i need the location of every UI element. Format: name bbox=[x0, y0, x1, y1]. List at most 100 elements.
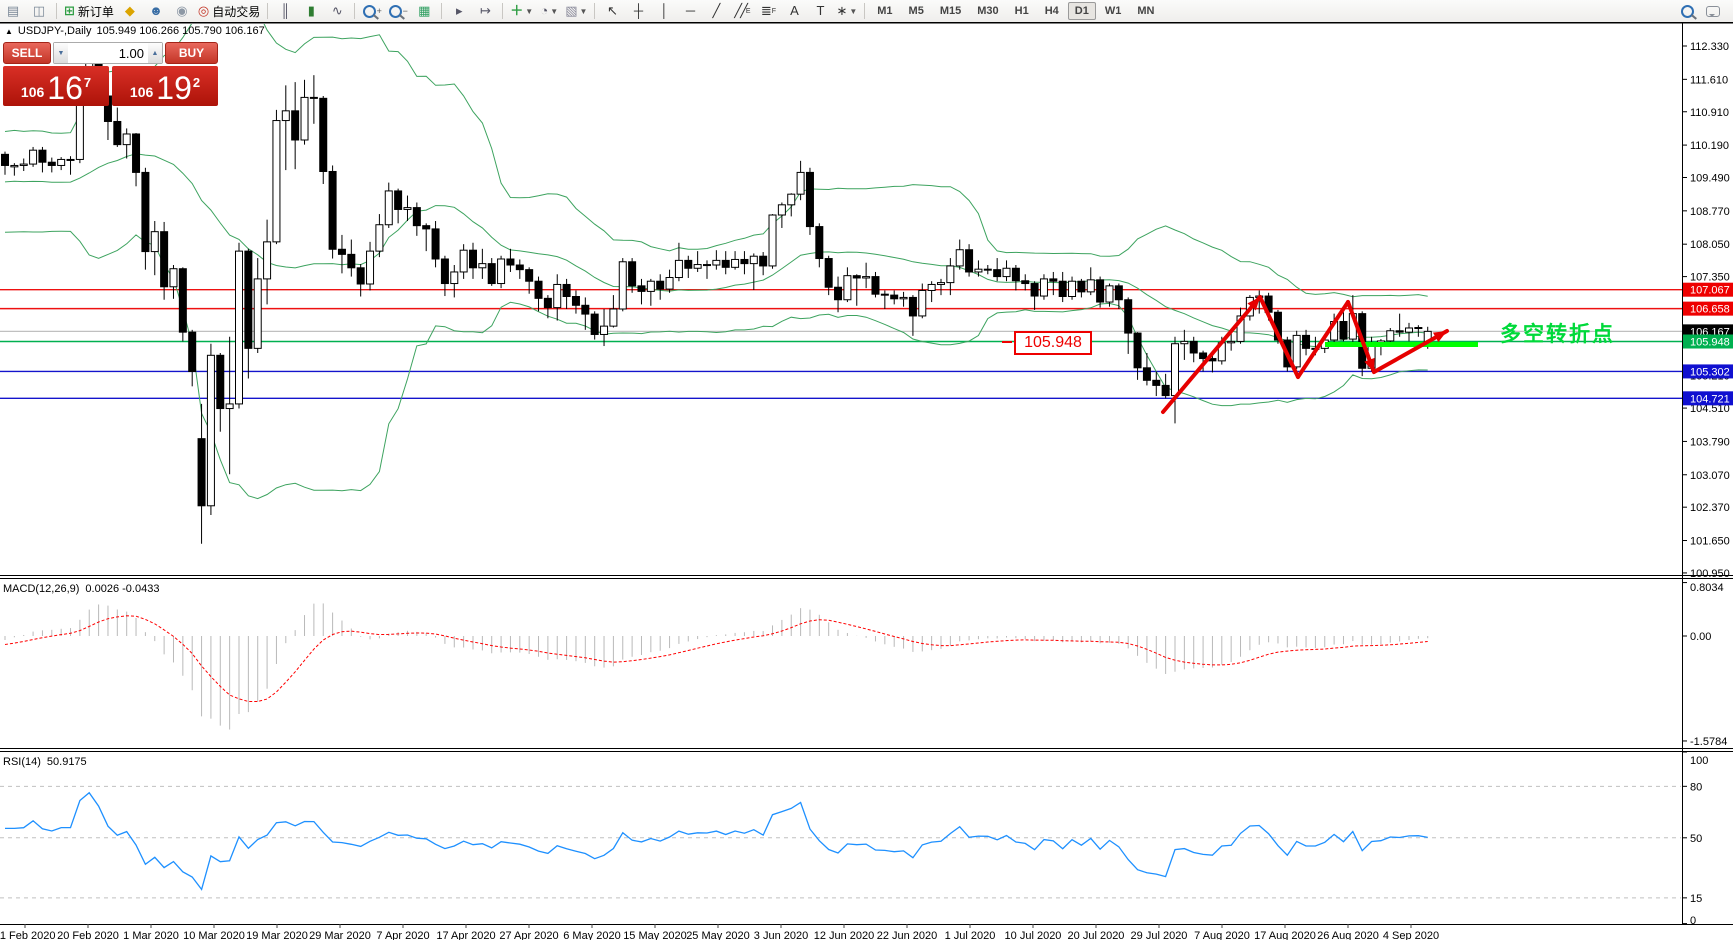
date-tick-label: 17 Apr 2020 bbox=[436, 930, 495, 940]
candle-body bbox=[610, 309, 617, 326]
candle-body bbox=[170, 269, 177, 287]
date-tick-label: 25 May 2020 bbox=[686, 930, 750, 940]
candle-body bbox=[863, 277, 870, 278]
tab-timeframe-m15[interactable]: M15 bbox=[933, 2, 968, 20]
chat-icon[interactable] bbox=[1701, 2, 1725, 20]
candle-body bbox=[432, 229, 439, 259]
text-tool-icon[interactable]: A bbox=[782, 2, 806, 20]
collapse-arrow-icon[interactable]: ▲ bbox=[5, 27, 13, 36]
rsi-name: RSI(14) bbox=[3, 756, 41, 768]
candle-body bbox=[601, 326, 608, 334]
candle-body bbox=[853, 276, 860, 278]
candlestick-chart-icon[interactable]: ▮ bbox=[299, 2, 323, 20]
channel-tool-icon[interactable]: ╱╱E bbox=[730, 2, 754, 20]
zoom-out-icon[interactable]: − bbox=[386, 2, 410, 20]
signals-icon[interactable]: ◉ bbox=[170, 2, 194, 20]
tab-timeframe-d1[interactable]: D1 bbox=[1068, 2, 1096, 20]
candle-body bbox=[460, 250, 467, 272]
trendline-tool-icon[interactable]: ╱ bbox=[704, 2, 728, 20]
date-tick-label: 12 Jun 2020 bbox=[814, 930, 875, 940]
buy-button[interactable]: BUY bbox=[165, 42, 218, 64]
candle-body bbox=[1396, 331, 1403, 332]
arrows-tool-icon[interactable]: ∗▼ bbox=[834, 2, 859, 20]
tab-timeframe-w1[interactable]: W1 bbox=[1098, 2, 1129, 20]
rsi-tick-label: 0 bbox=[1690, 915, 1696, 927]
candle-body bbox=[713, 260, 720, 265]
separator bbox=[864, 3, 865, 19]
candle-body bbox=[441, 259, 448, 284]
buy-price-figure: 106 bbox=[130, 81, 153, 103]
chart-canvas[interactable]: 112.330111.610110.910110.190109.490108.7… bbox=[0, 0, 1733, 940]
candle-body bbox=[1134, 333, 1141, 368]
autotrading-button[interactable]: ◎ 自动交易 bbox=[196, 2, 262, 20]
sell-button[interactable]: SELL bbox=[3, 42, 51, 64]
metaeditor-icon[interactable]: ◆ bbox=[118, 2, 142, 20]
candle-body bbox=[1143, 368, 1150, 381]
volume-input[interactable] bbox=[68, 43, 148, 63]
horizontal-line-tool-icon[interactable]: ─ bbox=[678, 2, 702, 20]
vertical-line-tool-icon[interactable]: │ bbox=[652, 2, 676, 20]
turning-point-note[interactable]: 多空转折点 bbox=[1500, 318, 1615, 348]
sell-price-point: 7 bbox=[84, 77, 91, 89]
candle-body bbox=[778, 205, 785, 215]
price-badge-label: 107.067 bbox=[1690, 285, 1730, 297]
text-label-tool-icon[interactable]: T bbox=[808, 2, 832, 20]
date-tick-label: 29 Mar 2020 bbox=[309, 930, 371, 940]
tab-timeframe-m30[interactable]: M30 bbox=[970, 2, 1005, 20]
price-tick-label: 107.350 bbox=[1690, 272, 1730, 284]
price-tick-label: 101.650 bbox=[1690, 536, 1730, 548]
date-tick-label: 3 Jun 2020 bbox=[754, 930, 808, 940]
candle-body bbox=[1303, 335, 1310, 348]
volume-decrease-button[interactable]: ▼ bbox=[54, 43, 68, 63]
price-tick-label: 112.330 bbox=[1690, 41, 1729, 53]
candle-body bbox=[1293, 335, 1300, 366]
fibonacci-tool-icon[interactable]: ≣F bbox=[756, 2, 780, 20]
candle-body bbox=[114, 121, 121, 144]
periods-button[interactable]: ◔▼ bbox=[537, 2, 561, 20]
candle-body bbox=[675, 260, 682, 277]
date-tick-label: 20 Feb 2020 bbox=[57, 930, 119, 940]
tab-timeframe-h4[interactable]: H4 bbox=[1038, 2, 1066, 20]
macd-tick-label: -1.5784 bbox=[1690, 736, 1727, 748]
charts-list-icon[interactable]: ▤ bbox=[1, 2, 25, 20]
candle-body bbox=[900, 297, 907, 298]
tile-windows-icon[interactable]: ▦ bbox=[412, 2, 436, 20]
auto-scroll-icon[interactable]: ▸ bbox=[447, 2, 471, 20]
new-order-button[interactable]: ⊞ 新订单 bbox=[62, 2, 116, 20]
community-icon[interactable]: ☻ bbox=[144, 2, 168, 20]
chart-background bbox=[0, 22, 1733, 940]
indicators-button[interactable]: ＋▼ bbox=[508, 2, 535, 20]
volume-increase-button[interactable]: ▲ bbox=[148, 43, 162, 63]
search-icon[interactable] bbox=[1675, 2, 1699, 20]
rsi-tick-label: 100 bbox=[1690, 755, 1708, 767]
candle-body bbox=[704, 265, 711, 266]
buy-price-box[interactable]: 106 19 2 bbox=[112, 66, 218, 106]
price-level-flag[interactable]: 105.948 bbox=[1014, 331, 1092, 355]
chart-shift-icon[interactable]: ↦ bbox=[473, 2, 497, 20]
date-tick-label: 1 Jul 2020 bbox=[945, 930, 996, 940]
templates-button[interactable]: ▧▼ bbox=[563, 2, 589, 20]
bar-chart-icon[interactable]: ║ bbox=[273, 2, 297, 20]
tab-timeframe-m5[interactable]: M5 bbox=[902, 2, 931, 20]
candle-body bbox=[1050, 279, 1057, 281]
rsi-value: 50.9175 bbox=[47, 756, 87, 768]
crosshair-tool-icon[interactable]: ┼ bbox=[626, 2, 650, 20]
candle-body bbox=[1106, 286, 1113, 302]
candle-body bbox=[367, 251, 374, 284]
candle-body bbox=[1228, 341, 1235, 342]
tab-timeframe-mn[interactable]: MN bbox=[1130, 2, 1161, 20]
sell-price-box[interactable]: 106 16 7 bbox=[3, 66, 109, 106]
tab-timeframe-h1[interactable]: H1 bbox=[1008, 2, 1036, 20]
candle-body bbox=[1078, 281, 1085, 292]
profiles-icon[interactable]: ◫ bbox=[27, 2, 51, 20]
date-tick-label: 17 Aug 2020 bbox=[1254, 930, 1316, 940]
candle-body bbox=[48, 162, 55, 165]
zoom-in-icon[interactable]: + bbox=[360, 2, 384, 20]
cursor-tool-icon[interactable]: ↖ bbox=[600, 2, 624, 20]
candle-body bbox=[797, 172, 804, 194]
tab-timeframe-m1[interactable]: M1 bbox=[870, 2, 899, 20]
candle-body bbox=[142, 172, 149, 251]
line-chart-icon[interactable]: ∿ bbox=[325, 2, 349, 20]
candle-body bbox=[310, 97, 317, 98]
price-tick-label: 100.950 bbox=[1690, 568, 1730, 580]
